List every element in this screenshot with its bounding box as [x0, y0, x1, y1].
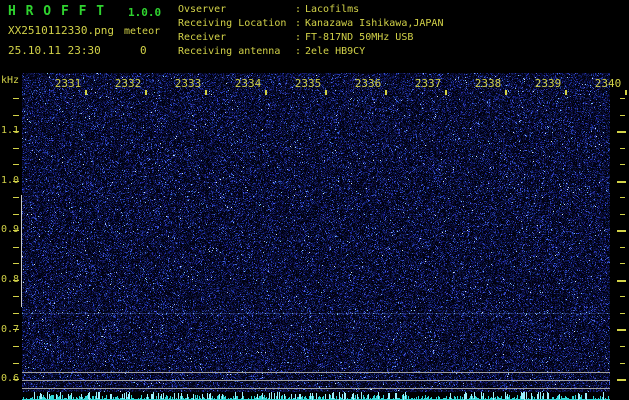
info-separator: :	[295, 46, 302, 57]
info-row-receiver: Receiver: FT-817ND 50MHz USB	[178, 31, 443, 45]
time-axis-label: 2331	[54, 77, 82, 90]
freq-axis-unit-label: kHz	[1, 75, 20, 86]
time-axis-label: 2336	[354, 77, 382, 90]
station-info: Ovserver: Lacofilms Receiving Location: Ka…	[178, 3, 443, 59]
axis-tick	[620, 313, 625, 314]
info-row-antenna: Receiving antenna:2ele HB9CY	[178, 45, 443, 59]
axis-tick	[13, 148, 19, 149]
info-value: Kanazawa Ishikawa,JAPAN	[305, 18, 444, 29]
time-axis-label: 2337	[414, 77, 442, 90]
time-axis-label: 2339	[534, 77, 562, 90]
axis-tick	[13, 164, 19, 165]
output-filename: XX2510112330.png	[8, 24, 114, 37]
axis-tick	[505, 90, 507, 95]
time-axis-label: 2340	[594, 77, 622, 90]
info-separator: :	[295, 32, 302, 43]
reference-line	[22, 388, 610, 389]
axis-tick	[625, 90, 627, 95]
reference-line	[22, 372, 610, 373]
axis-tick	[13, 247, 19, 248]
freq-axis-label: 0.8	[1, 274, 20, 285]
axis-tick	[617, 329, 626, 331]
freq-axis-label: 0.7	[1, 324, 20, 335]
info-value: FT-817ND 50MHz USB	[305, 32, 414, 43]
axis-tick	[620, 98, 625, 99]
axis-tick	[13, 363, 19, 364]
axis-tick	[565, 90, 567, 95]
axis-tick	[13, 263, 19, 264]
info-label: Receiving Location	[178, 18, 287, 29]
axis-tick	[620, 263, 625, 264]
axis-tick	[620, 214, 625, 215]
info-label: Receiver	[178, 32, 227, 43]
axis-tick	[617, 379, 626, 381]
axis-tick	[13, 296, 19, 297]
axis-tick	[620, 247, 625, 248]
freq-axis-label: 1.1	[1, 125, 20, 136]
axis-tick	[13, 197, 19, 198]
axis-tick	[617, 280, 626, 282]
axis-tick	[13, 98, 19, 99]
observation-datetime: 25.10.11 23:30	[8, 44, 101, 57]
carrier-signal-line	[22, 313, 610, 314]
axis-tick	[620, 148, 625, 149]
time-axis-label: 2333	[174, 77, 202, 90]
app-version: 1.0.0	[128, 6, 162, 19]
axis-tick	[617, 230, 626, 232]
freq-axis-label: 0.9	[1, 224, 20, 235]
axis-tick	[145, 90, 147, 95]
axis-tick	[265, 90, 267, 95]
axis-tick	[620, 346, 625, 347]
info-value: 2ele HB9CY	[305, 46, 366, 57]
signal-level-trace-canvas	[22, 390, 610, 400]
axis-tick	[617, 181, 626, 183]
axis-tick	[13, 346, 19, 347]
spectrogram-noise-canvas	[22, 73, 610, 392]
axis-tick	[445, 90, 447, 95]
meteor-count: 0	[140, 44, 147, 57]
info-label: Receiving antenna	[178, 46, 281, 57]
axis-tick	[620, 197, 625, 198]
info-separator: :	[295, 18, 302, 29]
axis-tick	[385, 90, 387, 95]
axis-tick	[617, 131, 626, 133]
time-axis-label: 2332	[114, 77, 142, 90]
hrofft-screen: H R O F F T 1.0.0 XX2510112330.png meteo…	[0, 0, 629, 400]
info-row-location: Receiving Location: Kanazawa Ishikawa,JAP…	[178, 17, 443, 31]
info-label: Ovserver	[178, 4, 227, 15]
axis-tick	[620, 164, 625, 165]
axis-tick	[13, 313, 19, 314]
axis-tick	[620, 363, 625, 364]
axis-tick	[620, 115, 625, 116]
axis-tick	[13, 214, 19, 215]
reference-line	[22, 380, 610, 381]
info-value: Lacofilms	[305, 4, 360, 15]
time-axis-label: 2334	[234, 77, 262, 90]
axis-tick	[205, 90, 207, 95]
time-axis-label: 2335	[294, 77, 322, 90]
counting-range-marker	[21, 195, 22, 307]
axis-tick	[85, 90, 87, 95]
time-axis-label: 2338	[474, 77, 502, 90]
info-row-observer: Ovserver: Lacofilms	[178, 3, 443, 17]
axis-tick	[13, 115, 19, 116]
freq-axis-label: 0.6	[1, 373, 20, 384]
axis-tick	[620, 296, 625, 297]
freq-axis-label: 1.0	[1, 175, 20, 186]
app-title: H R O F F T	[8, 4, 106, 19]
info-separator: :	[295, 4, 302, 15]
axis-tick	[325, 90, 327, 95]
observation-mode: meteor	[124, 26, 161, 37]
